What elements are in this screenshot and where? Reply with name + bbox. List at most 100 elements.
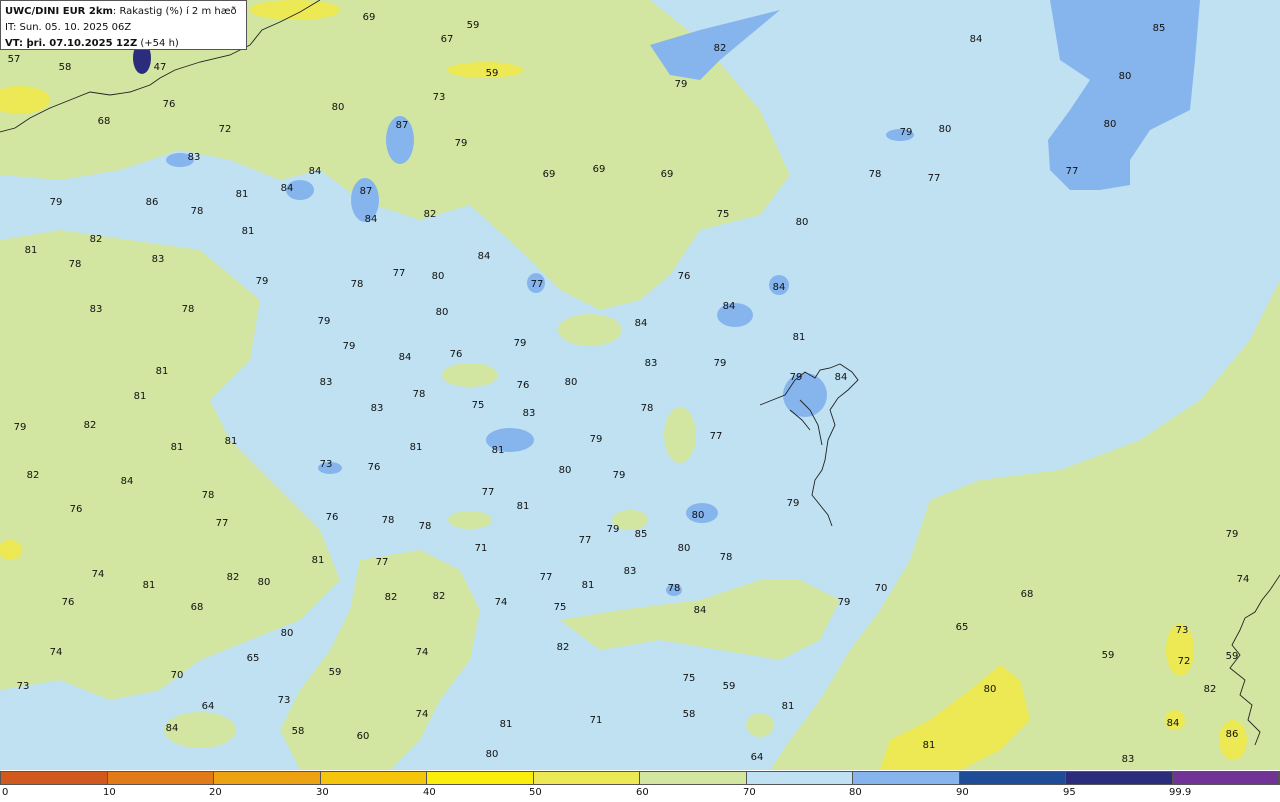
humidity-value-label: 58 [683,709,696,720]
humidity-value-label: 83 [624,566,637,577]
humidity-value-label: 64 [202,701,215,712]
humidity-value-label: 84 [478,251,491,262]
humidity-value-label: 76 [62,597,75,608]
humidity-value-label: 74 [416,647,429,658]
humidity-value-label: 86 [1226,729,1239,740]
humidity-value-label: 85 [1153,23,1166,34]
valid-time: VT: þri. 07.10.2025 12Z [5,38,138,49]
legend-swatch [320,772,427,784]
legend-tick-label: 60 [636,787,649,798]
humidity-value-label: 83 [188,152,201,163]
humidity-value-label: 59 [486,68,499,79]
humidity-value-label: 69 [363,12,376,23]
humidity-value-label: 74 [1237,574,1250,585]
humidity-value-label: 82 [90,234,103,245]
humidity-value-label: 80 [486,749,499,760]
humidity-value-label: 80 [984,684,997,695]
humidity-value-label: 68 [191,602,204,613]
legend-tick-label: 99.9 [1169,787,1192,798]
humidity-value-label: 81 [410,442,423,453]
humidity-value-label: 83 [1122,754,1135,765]
dry-patch-4 [442,363,498,387]
humidity-value-label: 75 [554,602,567,613]
humidity-value-label: 84 [166,723,179,734]
humidity-value-label: 78 [641,403,654,414]
humidity-value-label: 72 [1178,656,1191,667]
humidity-value-label: 84 [365,214,378,225]
legend-tick-label: 0 [2,787,9,798]
humidity-value-label: 64 [751,752,764,763]
very-dry-patch-2 [1219,720,1247,760]
humidity-value-label: 80 [559,465,572,476]
humidity-value-label: 81 [171,442,184,453]
humidity-value-label: 82 [1204,684,1217,695]
humidity-value-label: 84 [399,352,412,363]
humidity-value-label: 85 [635,529,648,540]
legend-tick-label: 30 [316,787,329,798]
humidity-value-label: 78 [869,169,882,180]
legend-swatch [1066,772,1173,784]
humidity-value-label: 84 [723,301,736,312]
humidity-value-label: 80 [939,124,952,135]
humidity-value-label: 83 [371,403,384,414]
humidity-value-label: 77 [540,572,553,583]
humidity-value-label: 77 [1066,166,1079,177]
humidity-value-label: 81 [156,366,169,377]
legend-swatch [107,772,214,784]
dry-patch-6 [124,256,176,284]
humidity-value-label: 83 [320,377,333,388]
humidity-value-label: 73 [433,92,446,103]
humidity-value-label: 74 [50,647,63,658]
dry-patch-9 [746,713,774,737]
humidity-value-label: 75 [717,209,730,220]
humidity-value-label: 70 [875,583,888,594]
humidity-value-label: 84 [635,318,648,329]
humidity-value-label: 82 [385,592,398,603]
legend-swatch [214,772,321,784]
humidity-value-label: 80 [678,543,691,554]
humidity-value-label: 59 [329,667,342,678]
humidity-value-label: 72 [219,124,232,135]
humidity-value-label: 57 [8,54,21,65]
humidity-value-label: 81 [225,436,238,447]
humidity-value-label: 80 [281,628,294,639]
humidity-value-label: 75 [472,400,485,411]
humidity-value-label: 77 [531,279,544,290]
humidity-value-label: 77 [376,557,389,568]
humidity-value-label: 81 [793,332,806,343]
humidity-value-label: 83 [90,304,103,315]
humidity-value-label: 83 [523,408,536,419]
humidity-value-label: 84 [121,476,134,487]
legend-color-bar [0,771,1280,785]
humidity-value-label: 79 [1226,529,1239,540]
legend-tick-label: 40 [423,787,436,798]
humidity-value-label: 79 [590,434,603,445]
humidity-value-label: 67 [441,34,454,45]
humidity-value-label: 84 [773,282,786,293]
humidity-value-label: 74 [495,597,508,608]
humidity-value-label: 76 [163,99,176,110]
humidity-value-label: 79 [256,276,269,287]
humidity-value-label: 81 [242,226,255,237]
dry-patch-10 [448,511,492,529]
humidity-value-label: 87 [396,120,409,131]
legend-swatch [1,772,108,784]
humidity-value-label: 79 [343,341,356,352]
humidity-value-label: 82 [433,591,446,602]
humidity-value-label: 80 [796,217,809,228]
model-name: UWC/DINI EUR 2km [5,6,113,17]
humidity-value-label: 77 [928,173,941,184]
humidity-value-label: 79 [613,470,626,481]
humidity-value-label: 76 [326,512,339,523]
dry-patch-1 [558,314,622,346]
humidity-value-label: 78 [419,521,432,532]
humidity-value-label: 79 [790,372,803,383]
humidity-value-label: 82 [27,470,40,481]
humidity-value-label: 77 [482,487,495,498]
humidity-value-label: 65 [247,653,260,664]
humidity-value-label: 76 [450,349,463,360]
humidity-map: 69 59 67 59 57 58 47 76 80 73 68 72 87 79 83 69 69 69 84 87… [0,0,1280,770]
humidity-value-label: 74 [92,569,105,580]
humidity-value-label: 80 [436,307,449,318]
humidity-value-label: 78 [69,259,82,270]
